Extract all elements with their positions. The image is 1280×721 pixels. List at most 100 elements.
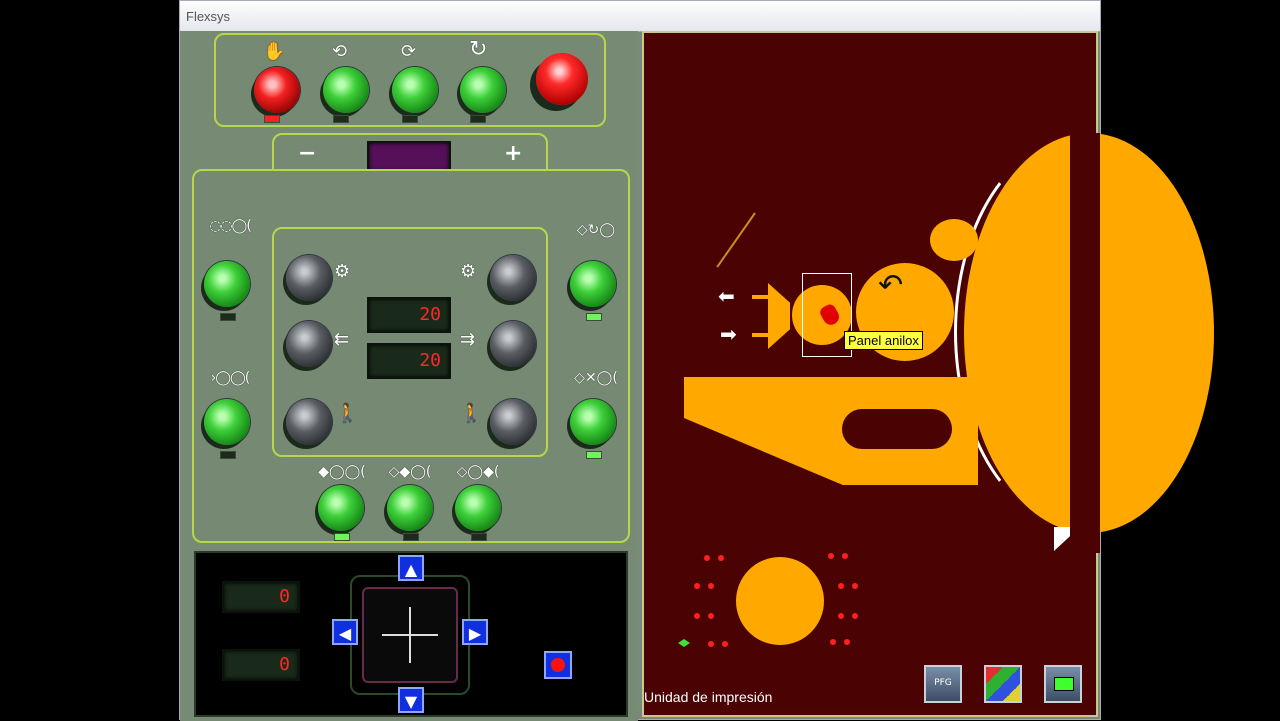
operator-left-icon: 🚶 bbox=[336, 403, 359, 424]
indicator-dot bbox=[708, 583, 714, 589]
control-panel: ✋ ⟲ ⟳ ↻ − + 5 ◌◌◯( bbox=[180, 31, 638, 721]
ink-in-arrow-icon: ➡ bbox=[720, 322, 737, 346]
indicator-dot bbox=[718, 555, 724, 561]
indicator-dot bbox=[842, 553, 848, 559]
record-button[interactable] bbox=[544, 651, 572, 679]
rotation-arrow-icon: ↶ bbox=[878, 268, 904, 303]
cylinder-cut bbox=[1070, 133, 1100, 553]
indicator-dot bbox=[704, 555, 710, 561]
joystick-display-1: 0 bbox=[222, 581, 300, 613]
position-3-button[interactable] bbox=[455, 485, 501, 531]
plus-label: + bbox=[504, 141, 523, 166]
rotate-icon: ⟳ bbox=[401, 41, 417, 62]
joystick-area[interactable] bbox=[362, 587, 458, 683]
gear-right-button[interactable] bbox=[490, 255, 536, 301]
windows-button[interactable] bbox=[984, 665, 1022, 703]
tooltip: Panel anilox bbox=[844, 331, 923, 350]
ink-chamber[interactable] bbox=[768, 283, 790, 349]
fast-rotate-button[interactable] bbox=[460, 67, 506, 113]
joystick-up-button[interactable]: ▲ bbox=[398, 555, 424, 581]
slow-rotate-led bbox=[333, 115, 349, 123]
position-2-button[interactable] bbox=[387, 485, 433, 531]
indicator-dot bbox=[852, 583, 858, 589]
pfg-button[interactable]: PFG bbox=[924, 665, 962, 703]
rotate-button[interactable] bbox=[392, 67, 438, 113]
joystick-right-button[interactable]: ▶ bbox=[462, 619, 488, 645]
cylinder-icon: ›◯◯( bbox=[210, 370, 250, 386]
emergency-stop-button[interactable] bbox=[536, 53, 588, 105]
slow-rotate-button[interactable] bbox=[323, 67, 369, 113]
right-function-2-button[interactable] bbox=[570, 399, 616, 445]
minus-label: − bbox=[298, 141, 317, 166]
window-title: Flexsys bbox=[186, 9, 231, 24]
stop-button[interactable] bbox=[254, 67, 300, 113]
position-2-icon: ◇◆◯( bbox=[388, 464, 432, 480]
right-function-1-button[interactable] bbox=[570, 261, 616, 307]
indicator-dot bbox=[694, 613, 700, 619]
disengage-icon: ◇✕◯( bbox=[574, 370, 618, 386]
arrow-right-icon: ⇉ bbox=[460, 329, 476, 350]
joystick-panel: 0 0 ▲ ▼ ◀ ▶ bbox=[194, 551, 628, 717]
gear-right-icon: ⚙ bbox=[460, 261, 477, 282]
rotate-led bbox=[402, 115, 418, 123]
status-label: Unidad de impresión bbox=[644, 689, 773, 705]
doctor-blade bbox=[716, 212, 756, 268]
indicator-dot bbox=[722, 641, 728, 647]
indicator-dot bbox=[708, 613, 714, 619]
indicator-dot bbox=[828, 553, 834, 559]
hand-stop-icon: ✋ bbox=[263, 41, 286, 62]
left-function-2-button[interactable] bbox=[204, 399, 250, 445]
indicator-dot bbox=[830, 639, 836, 645]
indicator-dot bbox=[852, 613, 858, 619]
right-function-2-led bbox=[586, 451, 602, 459]
rotate-cylinder-icon: ◇↻◯ bbox=[576, 222, 616, 238]
record-icon bbox=[551, 658, 565, 672]
right-function-1-led bbox=[586, 313, 602, 321]
indicator-dot bbox=[838, 583, 844, 589]
left-function-1-led bbox=[220, 313, 236, 321]
fast-rotate-led bbox=[470, 115, 486, 123]
register-inner-panel: ⚙ ⚙ ⇇ ⇉ 🚶 🚶 20 20 bbox=[272, 227, 548, 457]
position-2-led bbox=[403, 533, 419, 541]
indicator-dot bbox=[694, 583, 700, 589]
left-function-2-led bbox=[220, 451, 236, 459]
inlet-pipe-top bbox=[752, 295, 768, 299]
indicator-dot bbox=[844, 639, 850, 645]
inlet-pipe-bottom bbox=[752, 333, 768, 337]
ink-roller[interactable] bbox=[930, 219, 978, 261]
position-1-button[interactable] bbox=[318, 485, 364, 531]
gear-left-button[interactable] bbox=[286, 255, 332, 301]
joystick-left-button[interactable]: ◀ bbox=[332, 619, 358, 645]
rotate-slow-icon: ⟲ bbox=[332, 41, 348, 62]
operator-right-icon: 🚶 bbox=[460, 403, 483, 424]
position-1-icon: ◆◯◯( bbox=[318, 464, 366, 480]
ink-out-arrow-icon: ⬅ bbox=[718, 284, 735, 308]
joystick-down-button[interactable]: ▼ bbox=[398, 687, 424, 713]
register-display-2: 20 bbox=[367, 343, 451, 379]
indicator-dot bbox=[708, 641, 714, 647]
move-left-button[interactable] bbox=[286, 321, 332, 367]
position-3-icon: ◇◯◆( bbox=[456, 464, 500, 480]
left-function-1-button[interactable] bbox=[204, 261, 250, 307]
move-right-button[interactable] bbox=[490, 321, 536, 367]
register-display-1: 20 bbox=[367, 297, 451, 333]
stop-led bbox=[264, 115, 280, 123]
gear-left-icon: ⚙ bbox=[334, 261, 351, 282]
joystick-display-2: 0 bbox=[222, 649, 300, 681]
operator-left-button[interactable] bbox=[286, 399, 332, 445]
app-window: Flexsys ✋ ⟲ ⟳ ↻ − + 5 bbox=[179, 0, 1214, 721]
speed-panel: ✋ ⟲ ⟳ ↻ bbox=[214, 33, 606, 127]
arrow-left-icon: ⇇ bbox=[334, 329, 350, 350]
crosshair-horizontal bbox=[382, 634, 438, 636]
position-3-led bbox=[471, 533, 487, 541]
machine-view: ↶ Panel anilox ⬅ ➡ Unidad de impresión P… bbox=[642, 31, 1214, 717]
title-bar: Flexsys bbox=[180, 1, 1100, 32]
sleeve[interactable] bbox=[736, 557, 824, 645]
position-1-led bbox=[334, 533, 350, 541]
indicator-dot bbox=[838, 613, 844, 619]
screen-icon bbox=[1054, 677, 1074, 691]
unwind-icon: ◌◌◯( bbox=[209, 218, 252, 234]
frame-slot bbox=[842, 409, 952, 449]
operator-right-button[interactable] bbox=[490, 399, 536, 445]
green-screen-button[interactable] bbox=[1044, 665, 1082, 703]
